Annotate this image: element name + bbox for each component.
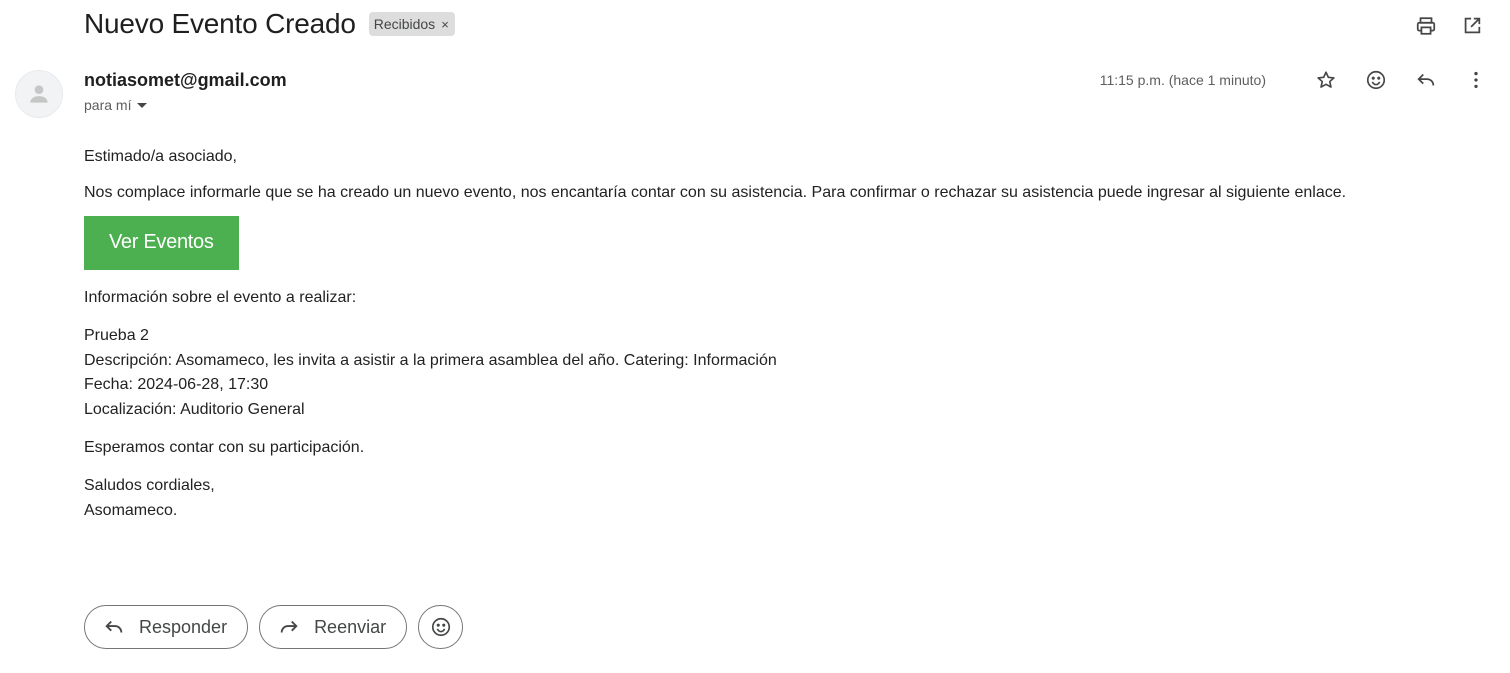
emoji-reaction-button[interactable] [418, 605, 464, 649]
top-actions [1414, 14, 1484, 38]
message-body: Estimado/a asociado, Nos complace inform… [84, 147, 1346, 539]
forward-button-label: Reenviar [314, 616, 387, 637]
avatar[interactable] [15, 70, 63, 118]
info-heading: Información sobre el evento a realizar: [84, 289, 357, 306]
event-description: Descripción: Asomameco, les invita a asi… [84, 351, 777, 369]
event-name: Prueba 2 [84, 327, 149, 344]
reply-bar: Responder Reenviar [84, 605, 464, 649]
view-events-button[interactable]: Ver Eventos [84, 216, 239, 270]
event-date: Fecha: 2024-06-28, 17:30 [84, 376, 269, 393]
message-meta: 11:15 p.m. (hace 1 minuto) [1100, 68, 1488, 92]
reply-button-label: Responder [139, 616, 228, 637]
signoff-block: Saludos cordiales, Asomameco. [84, 474, 1346, 523]
recipient-details-dropdown[interactable] [137, 102, 148, 108]
emoji-icon [431, 617, 450, 637]
reply-icon[interactable] [1414, 68, 1438, 92]
subject-row: Nuevo Evento Creado Recibidos × [84, 8, 455, 40]
event-location: Localización: Auditorio General [84, 400, 305, 418]
signoff: Saludos cordiales, [84, 477, 215, 494]
star-icon[interactable] [1314, 68, 1338, 92]
person-icon [30, 85, 48, 103]
recipient-row: para mí [84, 97, 148, 113]
reply-button[interactable]: Responder [84, 605, 249, 649]
recipient-label: para mí [84, 97, 132, 113]
closing-text: Esperamos contar con su participación. [84, 439, 365, 456]
email-subject: Nuevo Evento Creado [84, 8, 356, 39]
intro-paragraph: Nos complace informarle que se ha creado… [84, 184, 1347, 201]
signature: Asomameco. [84, 501, 178, 519]
forward-button[interactable]: Reenviar [259, 605, 408, 649]
greeting: Estimado/a asociado, [84, 148, 237, 165]
sender-address[interactable]: notiasomet@gmail.com [84, 70, 287, 91]
print-icon[interactable] [1414, 14, 1438, 38]
label-chip-text: Recibidos [373, 16, 436, 32]
open-in-new-window-icon[interactable] [1460, 14, 1484, 38]
forward-icon [280, 620, 298, 633]
label-chip[interactable]: Recibidos × [368, 12, 455, 36]
timestamp: 11:15 p.m. (hace 1 minuto) [1099, 72, 1266, 88]
emoji-icon[interactable] [1364, 68, 1388, 92]
remove-label-icon[interactable]: × [441, 17, 449, 32]
event-info: Prueba 2 Descripción: Asomameco, les inv… [84, 324, 1346, 422]
reply-icon [105, 620, 123, 633]
more-vert-icon[interactable] [1464, 68, 1488, 92]
